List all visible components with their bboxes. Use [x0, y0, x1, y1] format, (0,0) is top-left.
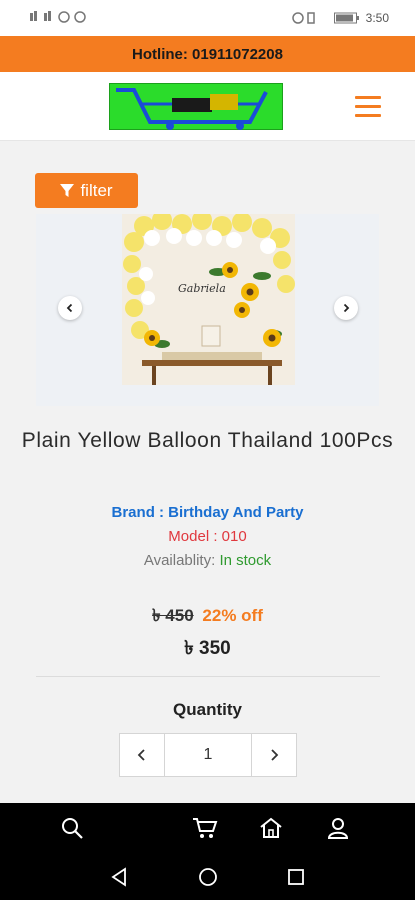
signal-icons	[30, 11, 86, 23]
product-availability: Availablity: In stock	[0, 552, 415, 569]
search-icon	[62, 818, 83, 839]
app-header	[0, 72, 415, 141]
funnel-icon	[60, 183, 75, 197]
system-back-button[interactable]	[110, 867, 130, 887]
system-recents-button[interactable]	[286, 867, 306, 887]
product-model: Model : 010	[168, 528, 247, 545]
product-title: Plain Yellow Balloon Thailand 100Pcs	[21, 429, 394, 452]
hotline-banner[interactable]: Hotline: 01911072208	[0, 36, 415, 72]
carousel-next-button[interactable]	[334, 296, 358, 320]
recents-icon	[288, 869, 304, 885]
cart-icon	[193, 818, 218, 838]
chevron-right-icon	[343, 303, 350, 313]
system-home-button[interactable]	[198, 867, 218, 887]
quantity-stepper[interactable]: 1	[119, 733, 297, 777]
status-left-icons	[30, 11, 90, 23]
chevron-right-icon	[271, 749, 279, 761]
status-right: 3:50	[291, 11, 389, 25]
old-price: ৳ 450	[152, 606, 194, 625]
site-logo[interactable]	[109, 83, 283, 130]
discount-badge: 22% off	[202, 606, 263, 625]
home-circle-icon	[199, 868, 217, 886]
battery-icon	[333, 12, 359, 24]
home-button[interactable]	[259, 816, 285, 842]
account-button[interactable]	[326, 816, 352, 842]
home-icon	[260, 817, 282, 838]
back-icon	[111, 867, 126, 887]
quantity-value[interactable]: 1	[164, 734, 252, 776]
divider	[36, 676, 380, 677]
search-button[interactable]	[60, 816, 86, 842]
product-image-carousel[interactable]: Gabriela	[36, 214, 379, 406]
current-price: ৳ 350	[184, 638, 231, 659]
user-icon	[327, 818, 349, 839]
availability-value: In stock	[219, 552, 272, 569]
hamburger-menu-button[interactable]	[355, 96, 381, 118]
image-caption-text: Gabriela	[178, 282, 226, 295]
menu-bar-2	[355, 105, 381, 108]
filter-button[interactable]: filter	[35, 173, 138, 208]
shopping-cart-logo-icon	[116, 88, 268, 130]
product-brand[interactable]: Brand : Birthday And Party	[0, 504, 415, 521]
availability-label: Availablity:	[143, 552, 216, 569]
quantity-increase-button[interactable]	[252, 734, 296, 776]
carousel-prev-button[interactable]	[58, 296, 82, 320]
alarm-vibrate-icons	[291, 12, 315, 24]
system-navigation-bar	[0, 853, 415, 900]
quantity-decrease-button[interactable]	[120, 734, 164, 776]
filter-label: filter	[80, 180, 113, 200]
bottom-navigation	[0, 803, 415, 853]
chevron-left-icon	[137, 749, 145, 761]
status-time: 3:50	[365, 11, 389, 25]
chevron-left-icon	[66, 303, 73, 313]
status-bar: 3:50	[0, 0, 415, 36]
menu-bar-1	[355, 96, 381, 99]
cart-button[interactable]	[192, 816, 218, 842]
quantity-label: Quantity	[173, 700, 242, 719]
price-row: ৳ 450 22% off	[0, 603, 415, 631]
balloon-decoration-image: Gabriela	[122, 214, 295, 385]
product-image: Gabriela	[122, 214, 295, 385]
menu-bar-3	[355, 114, 381, 117]
